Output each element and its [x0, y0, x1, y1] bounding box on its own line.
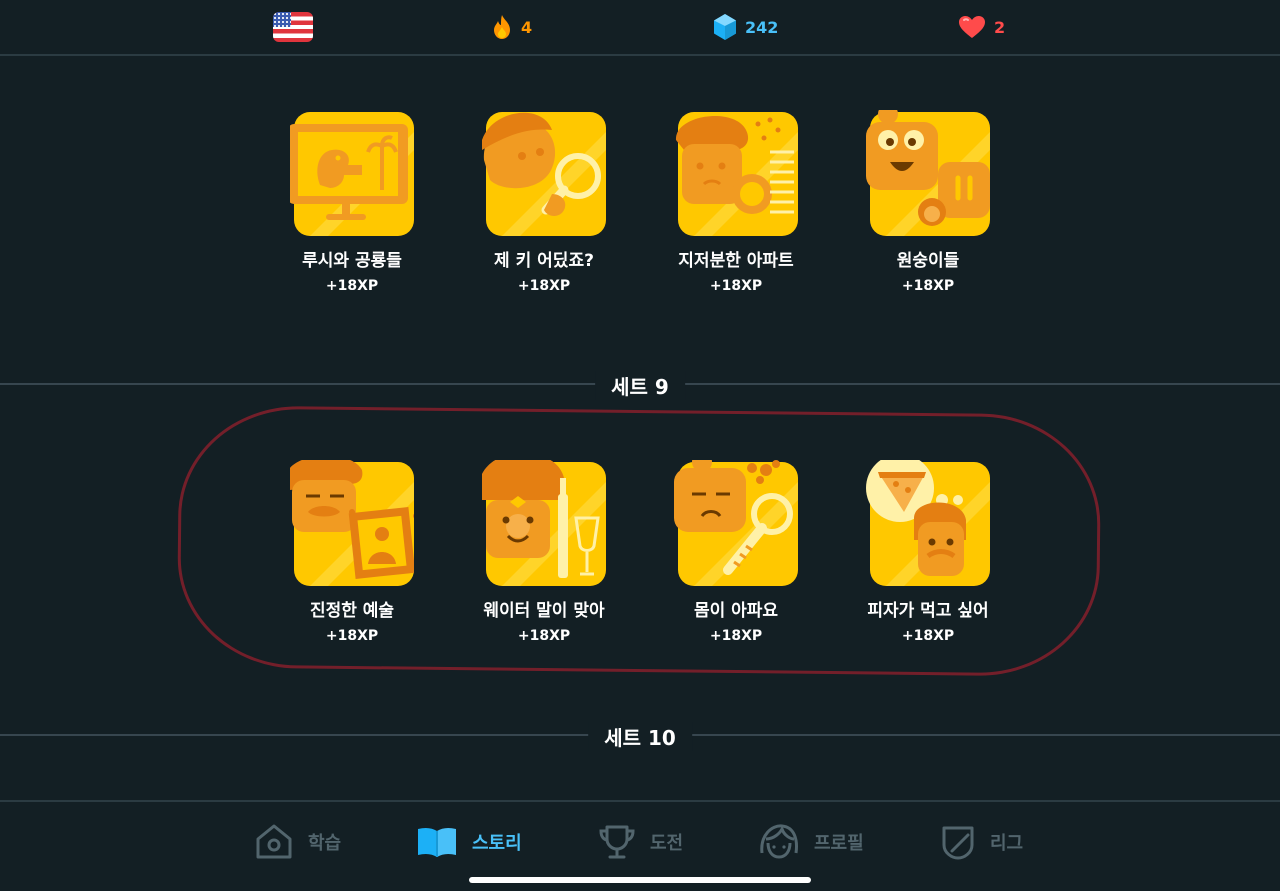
story-title: 원숭이들	[896, 251, 960, 271]
story-xp: +18XP	[709, 628, 763, 644]
story-title: 진정한 예술	[309, 601, 395, 621]
tab-label: 스토리	[472, 833, 522, 854]
top-status-bar: 4 242 2	[0, 0, 1280, 56]
bottom-navigation: 학습 스토리 도전 프로필 리그	[0, 800, 1280, 891]
tab-profile[interactable]: 프로필	[758, 822, 864, 862]
us-flag-icon	[273, 12, 313, 42]
story-xp: +18XP	[517, 628, 571, 644]
heart-icon	[959, 16, 985, 38]
story-xp: +18XP	[901, 628, 955, 644]
story-xp: +18XP	[517, 278, 571, 294]
hearts-count: 2	[994, 17, 1006, 37]
story-card[interactable]: 진정한 예술 +18XP	[262, 460, 442, 644]
story-card[interactable]: 원숭이들 +18XP	[838, 110, 1018, 294]
home-indicator[interactable]	[469, 877, 811, 883]
story-xp: +18XP	[325, 628, 379, 644]
story-xp: +18XP	[901, 278, 955, 294]
flame-icon	[494, 15, 510, 39]
story-card[interactable]: 웨이터 말이 맞아 +18XP	[454, 460, 634, 644]
tab-label: 도전	[650, 833, 684, 854]
home-icon	[256, 824, 292, 859]
trophy-icon	[599, 825, 635, 859]
waiter-wine-icon	[482, 460, 606, 588]
hearts-counter[interactable]: 2	[958, 12, 1005, 42]
story-card[interactable]: 제 키 어딨죠? +18XP	[454, 110, 634, 294]
course-language-selector[interactable]	[273, 12, 313, 42]
story-title: 피자가 먹고 싶어	[867, 601, 989, 621]
tab-label: 학습	[308, 833, 342, 854]
streak-count: 4	[521, 17, 533, 37]
tab-learn[interactable]: 학습	[254, 822, 341, 862]
messy-apartment-icon	[674, 110, 798, 238]
story-title: 지저분한 아파트	[678, 251, 794, 271]
mona-lisa-icon	[290, 460, 414, 588]
story-card[interactable]: 루시와 공룡들 +18XP	[262, 110, 442, 294]
book-icon	[418, 827, 456, 857]
gems-counter[interactable]: 242	[713, 12, 778, 42]
story-xp: +18XP	[325, 278, 379, 294]
story-card[interactable]: 몸이 아파요 +18XP	[646, 460, 826, 644]
story-title: 웨이터 말이 맞아	[483, 601, 605, 621]
story-card[interactable]: 지저분한 아파트 +18XP	[646, 110, 826, 294]
story-title: 몸이 아파요	[693, 601, 779, 621]
streak-counter[interactable]: 4	[491, 12, 532, 42]
tab-challenge[interactable]: 도전	[598, 822, 683, 862]
tab-label: 프로필	[814, 833, 864, 854]
story-title: 제 키 어딨죠?	[494, 251, 594, 271]
monkeys-icon	[866, 110, 990, 238]
magnifier-search-icon	[482, 110, 606, 238]
story-title: 루시와 공룡들	[302, 251, 402, 271]
pizza-thought-icon	[866, 460, 990, 588]
tab-leagues[interactable]: 리그	[940, 822, 1023, 862]
set-header: 세트 10	[588, 722, 692, 751]
story-xp: +18XP	[709, 278, 763, 294]
dinosaur-painting-icon	[290, 110, 414, 238]
shield-icon	[942, 826, 974, 860]
set-header: 세트 9	[595, 371, 685, 400]
gems-count: 242	[745, 17, 779, 37]
thermometer-icon	[674, 460, 798, 588]
tab-stories[interactable]: 스토리	[416, 822, 522, 862]
tab-label: 리그	[990, 833, 1024, 854]
profile-icon	[760, 824, 798, 859]
gem-icon	[714, 14, 736, 40]
story-card[interactable]: 피자가 먹고 싶어 +18XP	[838, 460, 1018, 644]
